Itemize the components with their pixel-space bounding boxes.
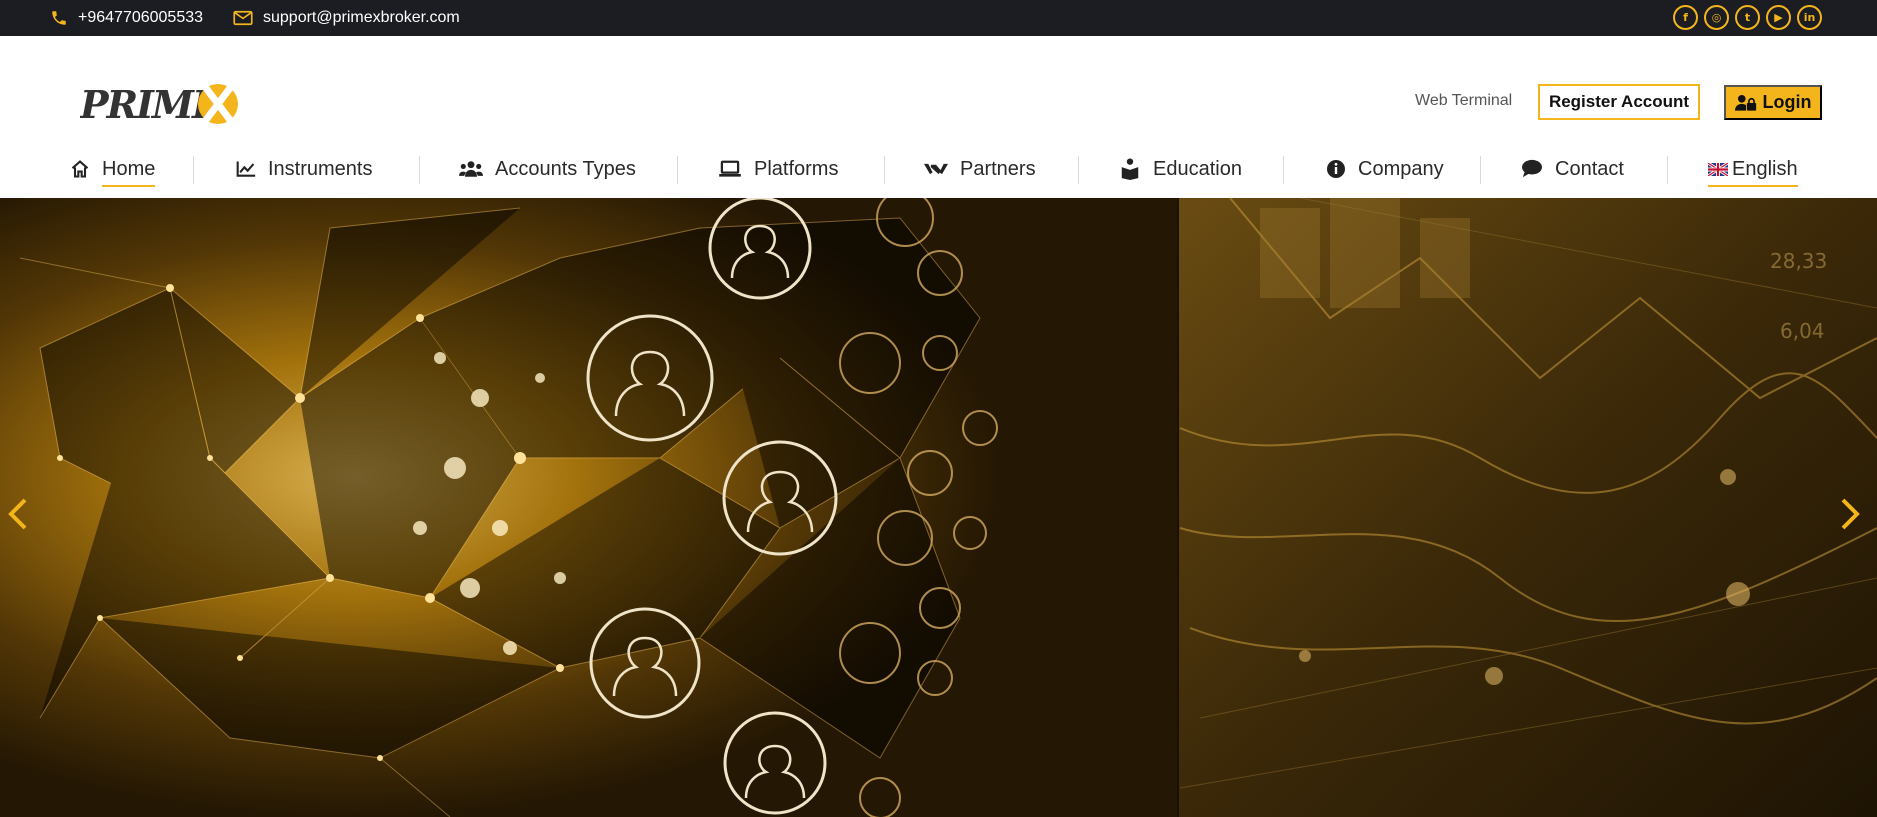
slider-prev-arrow[interactable] [6, 494, 30, 534]
facebook-icon[interactable]: f [1673, 5, 1698, 30]
nav-item-contact[interactable]: Contact [1521, 148, 1624, 190]
web-terminal-link[interactable]: Web Terminal [1415, 92, 1512, 110]
svg-text:28,33: 28,33 [1770, 249, 1827, 273]
handshake-icon [924, 160, 948, 178]
uk-flag-icon [1708, 162, 1728, 176]
slider-next-arrow[interactable] [1838, 494, 1862, 534]
twitter-icon[interactable]: t [1735, 5, 1760, 30]
nav-label-contact: Contact [1555, 157, 1624, 180]
linkedin-icon[interactable]: in [1797, 5, 1822, 30]
nav-label-english: English [1732, 157, 1798, 180]
nav-divider [1667, 156, 1668, 184]
comment-icon [1521, 159, 1543, 179]
social-links: f ◎ t ▶ in [1673, 5, 1822, 30]
hero-slider: 28,33 6,04 [0, 198, 1877, 817]
nav-item-instruments[interactable]: Instruments [236, 148, 372, 190]
user-lock-icon [1734, 94, 1756, 111]
youtube-icon[interactable]: ▶ [1766, 5, 1791, 30]
email-address: support@primexbroker.com [263, 9, 460, 26]
nav-item-partners[interactable]: Partners [924, 148, 1036, 190]
chart-line-icon [236, 160, 256, 178]
top-bar: +9647706005533 support@primexbroker.com … [0, 0, 1877, 36]
nav-item-language[interactable]: English [1708, 148, 1798, 190]
nav-divider [1283, 156, 1284, 184]
envelope-icon [233, 10, 253, 26]
users-icon [459, 160, 483, 178]
phone-number: +9647706005533 [78, 9, 204, 26]
book-reader-icon [1119, 158, 1141, 180]
nav-label-company: Company [1358, 157, 1444, 180]
chevron-right-icon [1841, 498, 1860, 530]
chevron-left-icon [8, 498, 27, 530]
phone-contact[interactable]: +9647706005533 [50, 0, 203, 36]
nav-label-instruments: Instruments [268, 157, 373, 180]
nav-divider [884, 156, 885, 184]
nav-label-education: Education [1153, 157, 1242, 180]
nav-divider [419, 156, 420, 184]
nav-label-accounts-types: Accounts Types [495, 157, 636, 180]
email-contact[interactable]: support@primexbroker.com [233, 0, 460, 36]
primex-logo[interactable]: PRIME [79, 82, 242, 127]
home-icon [70, 159, 90, 179]
laptop-icon [718, 160, 742, 178]
login-button[interactable]: Login [1724, 85, 1822, 120]
nav-item-education[interactable]: Education [1119, 148, 1242, 190]
phone-icon [52, 11, 66, 25]
nav-item-accounts-types[interactable]: Accounts Types [459, 148, 636, 190]
nav-label-home: Home [102, 152, 156, 187]
nav-divider [677, 156, 678, 184]
nav-divider [1078, 156, 1079, 184]
main-navigation: Home Instruments Accounts Types Platform… [0, 148, 1877, 190]
login-label: Login [1762, 92, 1812, 112]
language-selector: English [1708, 152, 1798, 187]
nav-label-partners: Partners [960, 157, 1036, 180]
nav-divider [1480, 156, 1481, 184]
instagram-icon[interactable]: ◎ [1704, 5, 1729, 30]
nav-label-platforms: Platforms [754, 157, 839, 180]
nav-item-company[interactable]: Company [1326, 148, 1444, 190]
hero-background-image: 28,33 6,04 [0, 198, 1877, 817]
register-account-button[interactable]: Register Account [1538, 84, 1700, 120]
nav-item-home[interactable]: Home [70, 148, 156, 190]
nav-divider [193, 156, 194, 184]
nav-item-platforms[interactable]: Platforms [718, 148, 838, 190]
svg-text:6,04: 6,04 [1780, 319, 1825, 343]
info-circle-icon [1326, 159, 1346, 179]
